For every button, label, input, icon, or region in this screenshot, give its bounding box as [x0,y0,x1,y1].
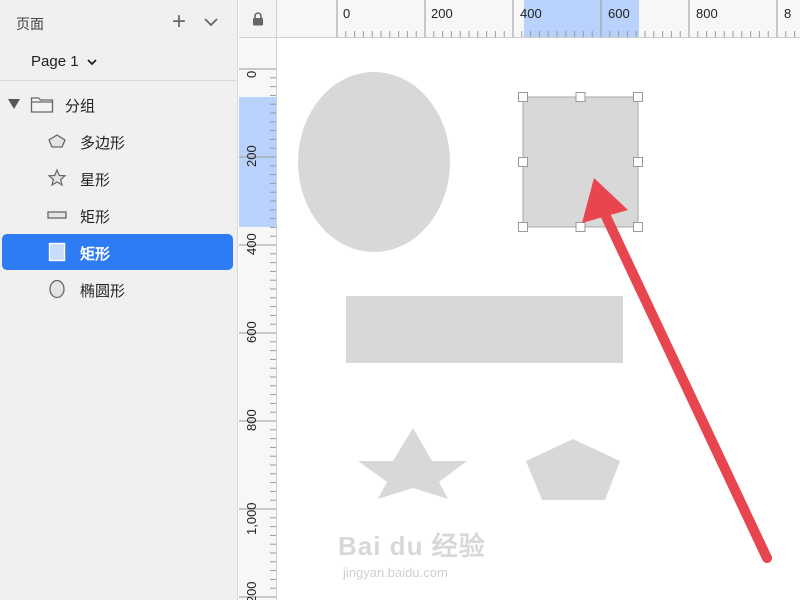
layer-label: 分组 [65,98,96,115]
layer-ellipse[interactable]: 椭圆形 [0,271,238,307]
polygon-icon [48,134,66,148]
pentagon-shape[interactable] [526,439,620,500]
horizontal-ruler[interactable]: 0 200 400 600 800 8 [277,0,800,38]
layer-label: 椭圆形 [80,283,126,300]
ruler-label: 800 [244,409,259,431]
ruler-corner [239,0,277,38]
rectangle-icon [47,211,67,219]
resize-handle-top[interactable] [575,92,586,102]
ruler-label: 1,200 [244,581,259,600]
ellipse-icon [49,279,65,299]
layer-label: 矩形 [80,246,111,263]
star-icon [47,168,67,187]
resize-handle-top-right[interactable] [633,92,643,102]
annotation-arrow [582,178,772,563]
layer-polygon[interactable]: 多边形 [0,123,238,159]
layer-rectangle[interactable]: 矩形 [0,197,238,233]
resize-handle-left[interactable] [518,157,528,167]
current-page-label: Page 1 [31,53,79,70]
watermark-url: jingyan.baidu.com [343,565,448,580]
page-selector[interactable]: Page 1 [31,53,97,70]
ruler-label: 800 [696,6,718,21]
ruler-label: 0 [244,71,259,78]
ruler-label-partial: 8 [784,6,791,21]
canvas-artwork [298,72,772,563]
add-page-button[interactable]: + [168,9,190,35]
ruler-label: 200 [244,145,259,167]
ellipse-shape[interactable] [298,72,450,252]
pages-title: 页面 [16,16,44,32]
ruler-label: 600 [608,6,630,21]
vertical-ruler-graphic: 0 200 400 600 800 1,000 1,200 [239,68,276,600]
resize-handle-bottom-left[interactable] [518,222,528,232]
layer-rectangle-selected[interactable]: 矩形 [2,234,233,270]
chevron-down-icon[interactable] [201,12,221,32]
layer-label: 矩形 [80,209,111,226]
sidebar-divider [0,80,238,81]
resize-handle-top-left[interactable] [518,92,528,102]
ruler-label: 200 [431,6,453,21]
vertical-ruler[interactable]: 0 200 400 600 800 1,000 1,200 [239,38,277,600]
horizontal-ruler-graphic: 0 200 400 600 800 8 [336,0,796,37]
layer-label: 多边形 [80,135,126,152]
resize-handle-bottom[interactable] [575,222,586,232]
resize-handle-right[interactable] [633,157,643,167]
star-shape[interactable] [358,428,467,499]
ruler-label: 400 [520,6,542,21]
rectangle-shape[interactable] [346,296,623,363]
watermark-logo: Bai du 经验 [338,531,486,561]
ruler-label: 600 [244,321,259,343]
layer-group[interactable]: 分组 [0,86,238,122]
ruler-label: 0 [343,6,350,21]
disclosure-triangle-icon[interactable] [8,99,20,109]
layer-star[interactable]: 星形 [0,160,238,196]
lock-icon[interactable] [252,12,264,26]
rectangle-icon [48,242,66,262]
design-canvas[interactable] [277,38,800,600]
ruler-label: 1,000 [244,502,259,535]
resize-handle-bottom-right[interactable] [633,222,643,232]
pages-layers-panel: 页面 + Page 1 分组 多边形 星形 矩形 矩形 椭圆形 [0,0,238,600]
layer-label: 星形 [80,172,111,189]
folder-icon [30,97,54,113]
chevron-down-icon [87,59,97,66]
ruler-label: 400 [244,233,259,255]
